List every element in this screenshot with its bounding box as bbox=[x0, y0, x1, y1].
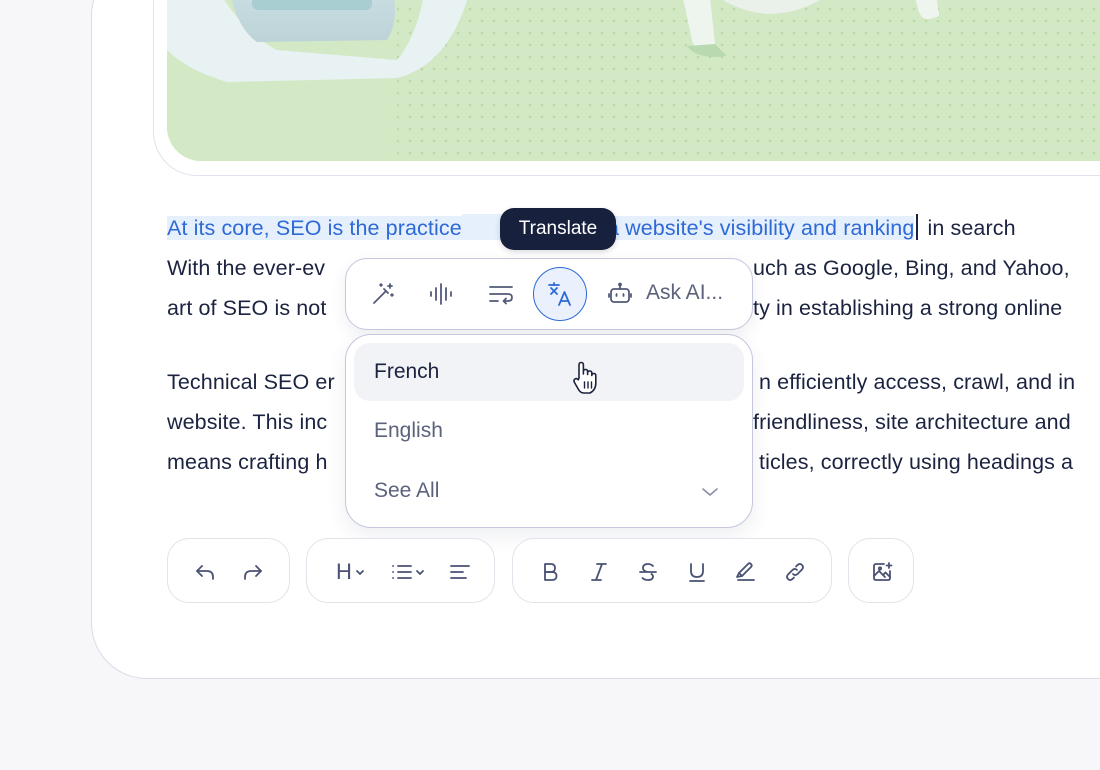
paragraph-2-line-1-right: n efficiently access, crawl, and in bbox=[759, 370, 1076, 394]
insert-image-button[interactable] bbox=[867, 539, 897, 604]
cover-image-illustration bbox=[167, 0, 1100, 161]
redo-button[interactable] bbox=[238, 539, 268, 604]
ask-ai-button[interactable] bbox=[606, 258, 634, 330]
magic-wand-button[interactable] bbox=[368, 258, 398, 330]
link-icon bbox=[786, 562, 804, 581]
selected-text-start[interactable]: At its core, SEO is the practice bbox=[167, 216, 462, 240]
undo-button[interactable] bbox=[190, 539, 220, 604]
translate-button[interactable] bbox=[533, 267, 587, 321]
redo-icon bbox=[244, 564, 262, 580]
voice-wave-icon bbox=[430, 283, 452, 305]
translate-tooltip: Translate bbox=[500, 208, 616, 250]
text-wrap-button[interactable] bbox=[486, 258, 516, 330]
bold-icon bbox=[544, 562, 558, 581]
paragraph-1-line-1-tail: in search bbox=[921, 216, 1016, 240]
paragraph-2-line-3-right: ticles, correctly using headings a bbox=[759, 450, 1074, 474]
inline-format-group bbox=[512, 538, 832, 603]
strikethrough-icon bbox=[639, 562, 657, 581]
insert-image-icon bbox=[873, 561, 893, 581]
paragraph-2-line-3-left: means crafting h bbox=[167, 450, 328, 474]
paragraph-1-line-3-left: art of SEO is not bbox=[167, 296, 327, 320]
see-all-label: See All bbox=[374, 479, 440, 502]
list-dropdown[interactable] bbox=[387, 539, 429, 604]
chevron-down-icon bbox=[416, 569, 424, 575]
translate-icon bbox=[548, 282, 571, 306]
underline-button[interactable] bbox=[682, 539, 712, 604]
paragraph-2-line-1-left: Technical SEO er bbox=[167, 370, 335, 394]
italic-button[interactable] bbox=[584, 539, 614, 604]
paragraph-1-line-2-left: With the ever-ev bbox=[167, 256, 326, 280]
block-format-group: H bbox=[306, 538, 495, 603]
paragraph-2-line-2-left: website. This inc bbox=[167, 410, 328, 434]
see-all-languages[interactable]: See All bbox=[354, 462, 744, 520]
link-button[interactable] bbox=[780, 539, 810, 604]
language-option-label: French bbox=[374, 360, 440, 383]
translate-dropdown: French English See All bbox=[345, 334, 753, 528]
cover-image[interactable] bbox=[167, 0, 1100, 161]
italic-icon bbox=[591, 562, 607, 581]
highlight-button[interactable] bbox=[731, 539, 761, 604]
paragraph-2-line-2-right: friendliness, site architecture and bbox=[753, 410, 1071, 434]
chevron-down-icon bbox=[356, 569, 364, 575]
selected-text-end[interactable]: ng a website's visibility and ranking bbox=[576, 216, 915, 240]
voice-button[interactable] bbox=[427, 258, 457, 330]
language-option-label: English bbox=[374, 419, 443, 442]
paragraph-1-line-3-right: ty in establishing a strong online bbox=[753, 296, 1063, 320]
heading-dropdown[interactable]: H bbox=[331, 539, 371, 604]
align-icon bbox=[450, 564, 470, 579]
strikethrough-button[interactable] bbox=[633, 539, 663, 604]
magic-wand-icon bbox=[373, 283, 394, 304]
paragraph-1-line-2-right: uch as Google, Bing, and Yahoo, bbox=[753, 256, 1070, 280]
highlight-icon bbox=[736, 561, 755, 581]
hand-pointer-cursor bbox=[570, 360, 602, 401]
language-option-french[interactable]: French bbox=[354, 343, 744, 401]
bold-button[interactable] bbox=[535, 539, 565, 604]
robot-icon bbox=[608, 282, 632, 303]
align-button[interactable] bbox=[445, 539, 475, 604]
ask-ai-label[interactable]: Ask AI... bbox=[646, 281, 723, 305]
chevron-down-icon bbox=[700, 482, 720, 507]
undo-icon bbox=[196, 564, 214, 580]
list-icon bbox=[392, 564, 412, 579]
text-caret bbox=[916, 214, 919, 240]
media-group bbox=[848, 538, 914, 603]
language-option-english[interactable]: English bbox=[354, 402, 744, 460]
history-group bbox=[167, 538, 290, 603]
underline-icon bbox=[689, 562, 705, 582]
heading-label: H bbox=[336, 558, 352, 584]
text-wrap-icon bbox=[489, 286, 513, 305]
